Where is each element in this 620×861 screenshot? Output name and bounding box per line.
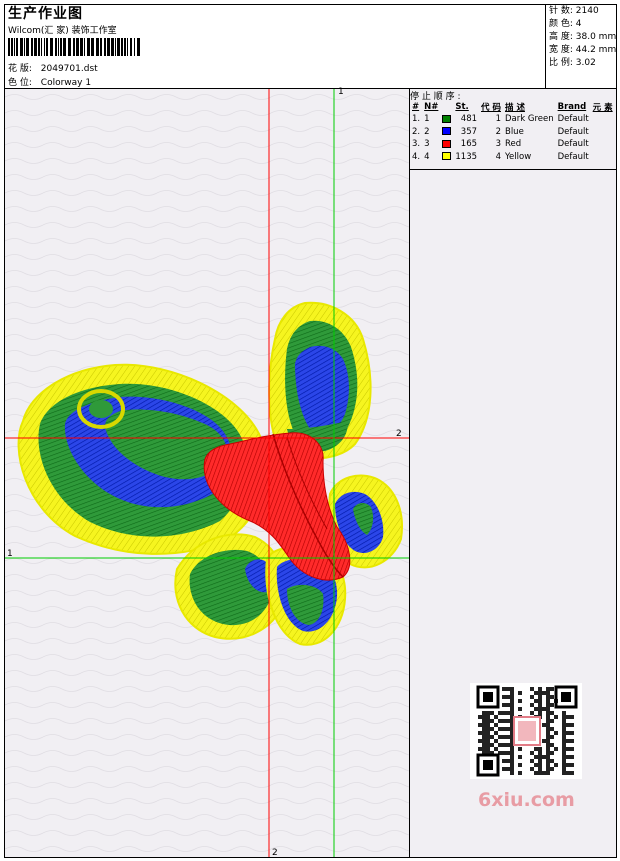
col-description: 描 述 — [504, 103, 525, 113]
col-brand: Brand — [557, 102, 587, 112]
row-brand: Default — [557, 139, 589, 150]
col-index: # — [412, 102, 420, 112]
axis-label-green-vertical: 1 — [338, 87, 344, 97]
row-code: 4 — [495, 151, 501, 162]
color-swatch — [442, 152, 452, 161]
qr-code-image — [470, 683, 582, 779]
row-index: 4. — [412, 151, 421, 162]
row-stitches: 165 — [460, 139, 478, 150]
colorway-line: 色 位: Colorway 1 — [8, 75, 91, 88]
row-brand: Default — [557, 126, 589, 137]
design-file-line: 花 版: 2049701.dst — [8, 61, 98, 74]
row-description: Dark Green — [504, 114, 554, 125]
row-stitches: 357 — [460, 126, 478, 137]
colorway-value: Colorway 1 — [40, 78, 92, 88]
row-index: 2. — [412, 126, 421, 137]
panel-table-divider — [410, 169, 616, 170]
stat-width: 宽 度: 44.2 mm — [549, 45, 617, 55]
company-name: Wilcom(汇 家) 装饰工作室 — [8, 26, 117, 36]
header-stats-divider — [545, 4, 546, 88]
col-needle: N# — [424, 102, 439, 112]
row-description: Yellow — [504, 151, 532, 162]
design-value: 2049701.dst — [40, 64, 98, 74]
table-row[interactable]: 4. 4 1135 4 Yellow Default — [410, 151, 615, 164]
stat-colors: 颜 色: 4 — [549, 19, 582, 29]
stop-sequence-table: # N# St. 代 码 描 述 Brand 元 素 1. 1 481 1 Da… — [410, 101, 615, 163]
row-code: 1 — [495, 114, 501, 125]
axis-label-green-horizontal: 1 — [7, 549, 13, 559]
row-stitches: 1135 — [455, 151, 478, 162]
page-title: 生产作业图 — [8, 6, 83, 22]
barcode-image — [8, 38, 140, 56]
row-code: 2 — [495, 126, 501, 137]
col-element: 元 素 — [592, 103, 613, 113]
colorway-label: 色 位: — [8, 78, 32, 88]
design-canvas[interactable] — [5, 89, 409, 857]
row-index: 3. — [412, 139, 421, 150]
col-stitches: St. — [455, 102, 469, 112]
stat-height: 高 度: 38.0 mm — [549, 32, 617, 42]
color-swatch — [442, 114, 452, 123]
design-label: 花 版: — [8, 64, 32, 74]
stat-scale: 比 例: 3.02 — [549, 58, 596, 68]
stat-stitches: 针 数: 2140 — [549, 6, 599, 16]
table-row[interactable]: 2. 2 357 2 Blue Default — [410, 126, 615, 139]
watermark-text: 6xiu.com — [478, 789, 575, 811]
row-brand: Default — [557, 151, 589, 162]
row-needle: 3 — [424, 139, 430, 150]
row-description: Red — [504, 139, 522, 150]
row-code: 3 — [495, 139, 501, 150]
axis-label-red-horizontal: 2 — [396, 429, 402, 439]
row-index: 1. — [412, 114, 421, 125]
row-needle: 1 — [424, 114, 430, 125]
color-swatch — [442, 127, 452, 136]
embroidery-preview — [5, 89, 409, 857]
row-description: Blue — [504, 126, 524, 137]
table-row[interactable]: 1. 1 481 1 Dark Green Default — [410, 113, 615, 126]
row-needle: 4 — [424, 151, 430, 162]
col-code: 代 码 — [481, 103, 501, 113]
table-header-row: # N# St. 代 码 描 述 Brand 元 素 — [410, 101, 615, 113]
axis-label-red-vertical: 2 — [272, 848, 278, 858]
row-needle: 2 — [424, 126, 430, 137]
table-row[interactable]: 3. 3 165 3 Red Default — [410, 138, 615, 151]
col-swatch — [440, 101, 453, 113]
row-stitches: 481 — [460, 114, 478, 125]
row-brand: Default — [557, 114, 589, 125]
design-stats: 针 数: 2140 颜 色: 4 高 度: 38.0 mm 宽 度: 44.2 … — [549, 5, 616, 70]
color-swatch — [442, 139, 452, 148]
